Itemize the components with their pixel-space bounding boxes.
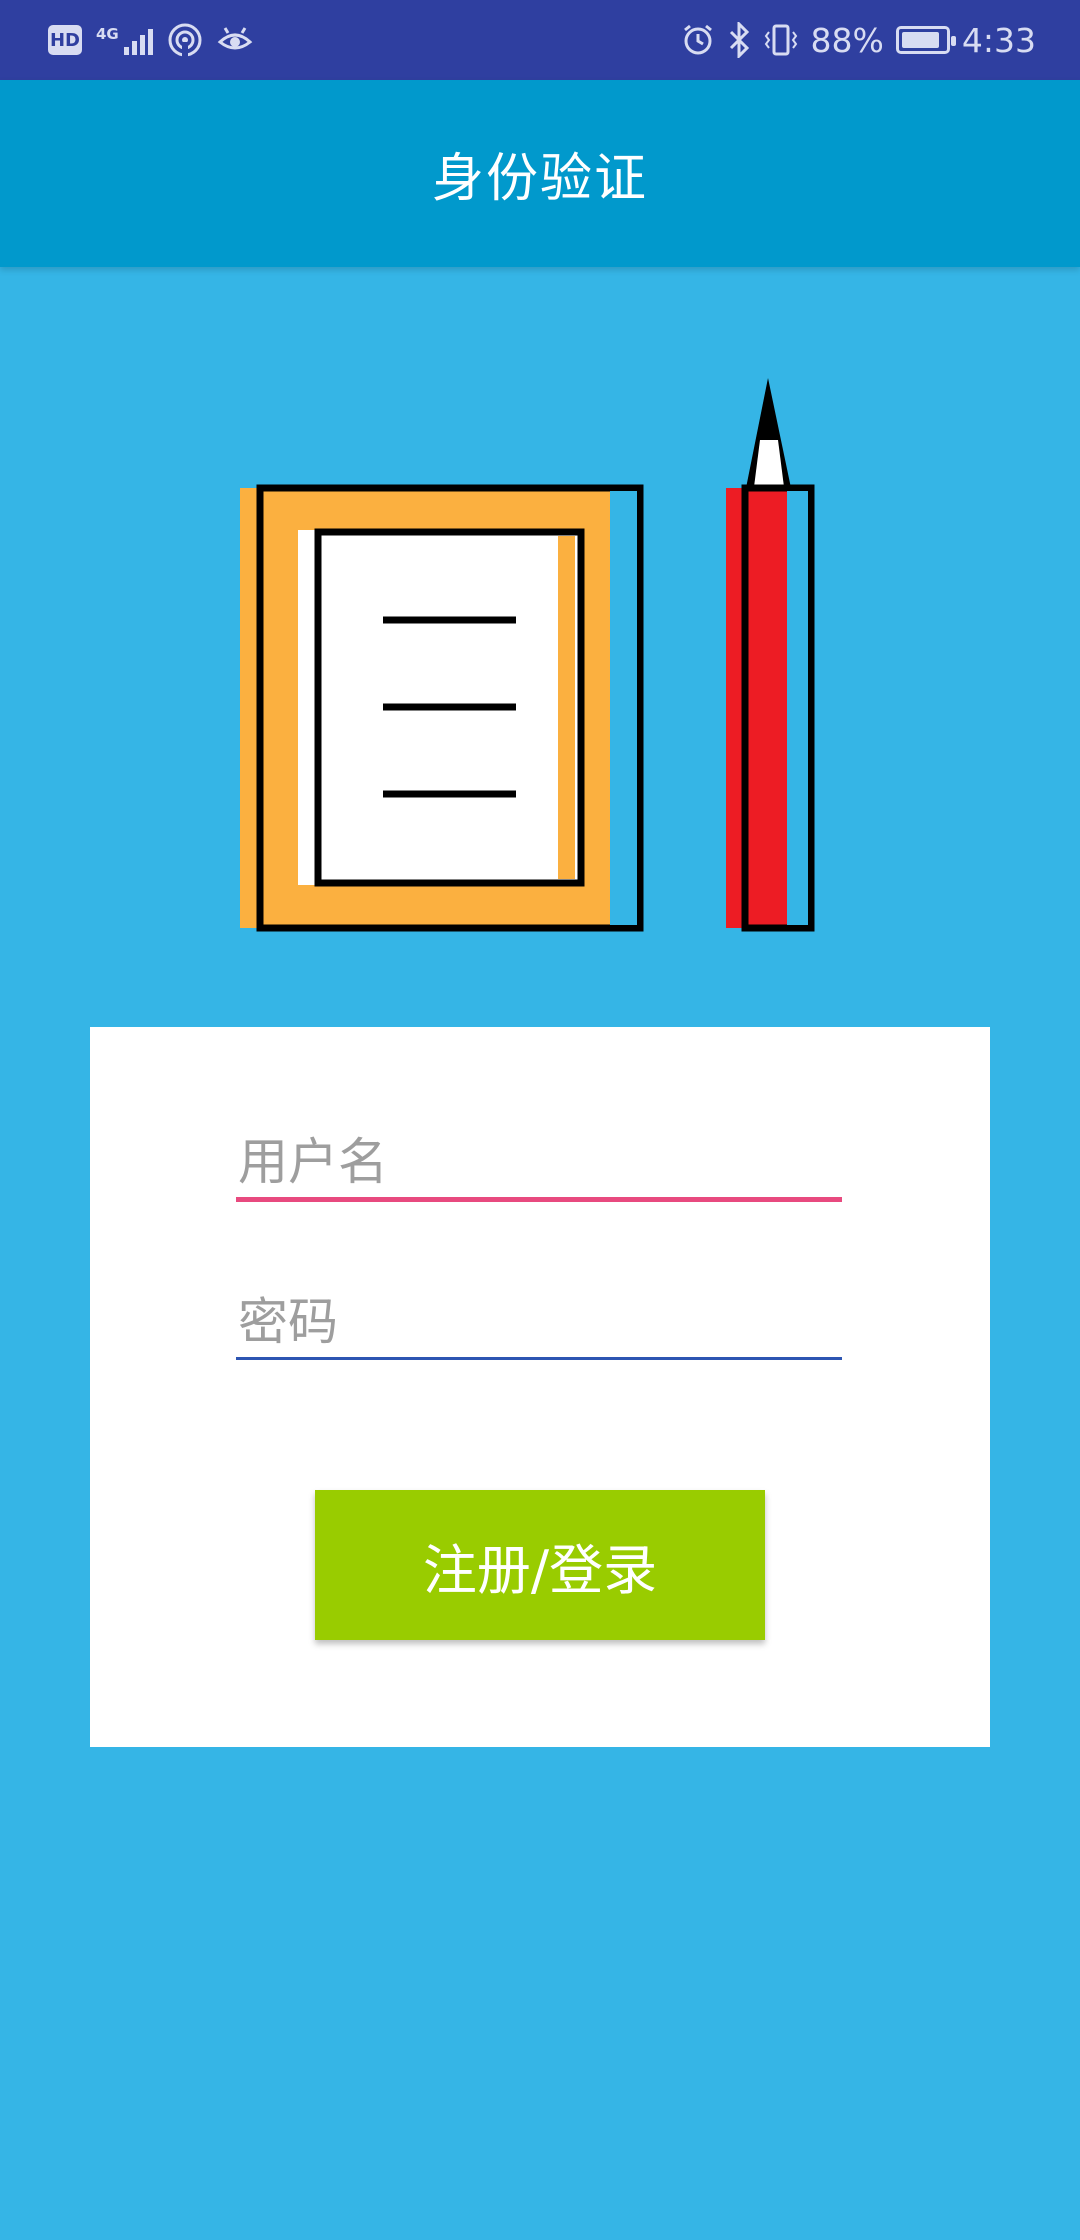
hotspot-icon	[168, 23, 202, 58]
clock: 4:33	[961, 20, 1036, 60]
register-login-button[interactable]: 注册/登录	[315, 1490, 765, 1640]
status-bar-right: 88% 4:33	[681, 18, 1036, 62]
username-field-group	[236, 1127, 842, 1202]
password-input[interactable]	[236, 1287, 842, 1357]
battery-fill	[901, 32, 939, 48]
login-illustration	[240, 378, 815, 932]
username-input[interactable]	[236, 1127, 842, 1197]
password-field-group	[236, 1287, 842, 1360]
battery-percent: 88%	[810, 20, 884, 60]
password-underline	[236, 1357, 842, 1360]
status-bar-left: HD 4G	[48, 18, 253, 62]
hd-icon: HD	[48, 25, 82, 55]
eye-icon	[217, 27, 253, 50]
app-toolbar: 身份验证	[0, 80, 1080, 267]
signal-icon: 4G	[96, 25, 153, 55]
vibrate-icon	[764, 24, 797, 56]
alarm-icon	[683, 24, 712, 55]
network-type: 4G	[96, 25, 119, 43]
login-card: 注册/登录	[90, 1027, 990, 1747]
username-underline	[236, 1197, 842, 1202]
page-title: 身份验证	[431, 149, 648, 209]
status-bar: HD 4G 88% 4:33	[0, 0, 1080, 80]
battery-icon	[895, 26, 956, 54]
notebook-icon	[240, 484, 644, 932]
bluetooth-icon	[729, 22, 749, 58]
pencil-icon	[726, 378, 815, 932]
